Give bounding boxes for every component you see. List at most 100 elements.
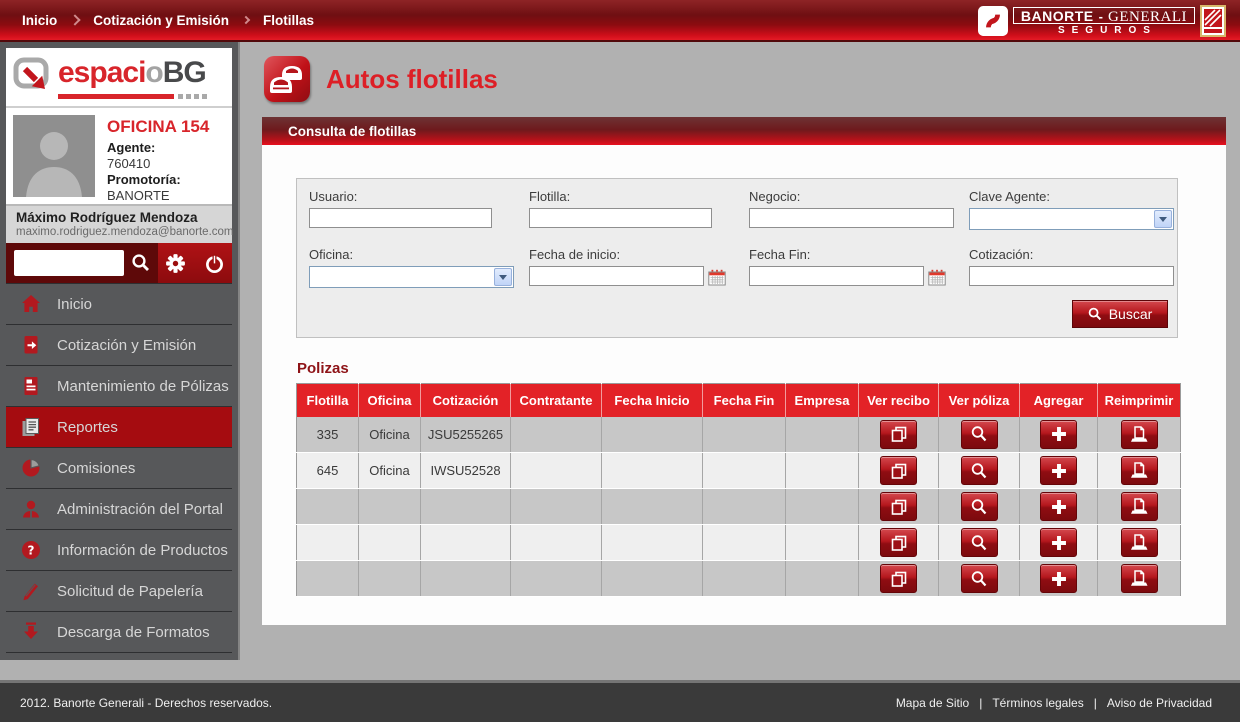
- sidebar-item-cotizacion-y-emision[interactable]: Cotización y Emisión: [6, 325, 232, 366]
- reimprimir-button[interactable]: [1121, 456, 1158, 485]
- agregar-button[interactable]: [1040, 564, 1077, 593]
- ver-poliza-button[interactable]: [961, 456, 998, 485]
- ver-recibo-button[interactable]: [880, 492, 917, 521]
- ver-recibo-button[interactable]: [880, 420, 917, 449]
- calendar-icon[interactable]: [928, 269, 946, 286]
- buscar-button[interactable]: Buscar: [1072, 300, 1168, 328]
- field-usuario: Usuario:: [309, 189, 529, 230]
- page: Inicio Cotización y Emisión Flotillas BA…: [0, 0, 1240, 722]
- policy-document-icon: [18, 374, 44, 398]
- buscar-label: Buscar: [1109, 306, 1153, 322]
- chevron-down-icon[interactable]: [1154, 210, 1172, 228]
- avatar: [13, 115, 95, 197]
- logo-espaci: espaci: [58, 56, 145, 89]
- plus-icon: [1050, 425, 1068, 443]
- sidebar-item-administracion-del-portal[interactable]: Administración del Portal: [6, 489, 232, 530]
- sidebar-item-reportes[interactable]: Reportes: [6, 407, 232, 448]
- ver-poliza-button[interactable]: [961, 528, 998, 557]
- agregar-button[interactable]: [1040, 528, 1077, 557]
- agregar-button[interactable]: [1040, 420, 1077, 449]
- plus-icon: [1050, 570, 1068, 588]
- cell-empresa: [786, 453, 859, 489]
- agregar-button[interactable]: [1040, 492, 1077, 521]
- breadcrumb-cotizacion-emision[interactable]: Cotización y Emisión: [93, 13, 229, 28]
- oficina-select[interactable]: [309, 266, 514, 288]
- breadcrumb-flotillas[interactable]: Flotillas: [263, 13, 314, 28]
- ver-recibo-button[interactable]: [880, 564, 917, 593]
- usuario-input[interactable]: [309, 208, 492, 228]
- reimprimir-button[interactable]: [1121, 492, 1158, 521]
- footer-link-terminos-legales[interactable]: Términos legales: [992, 696, 1083, 710]
- footer-links: Mapa de Sitio | Términos legales | Aviso…: [896, 696, 1212, 710]
- cotizacion-input[interactable]: [969, 266, 1174, 286]
- logo-dots: [178, 94, 207, 99]
- ver-recibo-button[interactable]: [880, 528, 917, 557]
- col-contratante: Contratante: [511, 384, 602, 417]
- ver-poliza-button[interactable]: [961, 564, 998, 593]
- ver-poliza-button[interactable]: [961, 420, 998, 449]
- cell-fecha-inicio: [602, 417, 703, 453]
- reimprimir-button[interactable]: [1121, 564, 1158, 593]
- col-ver-recibo: Ver recibo: [859, 384, 939, 417]
- cell-cotizacion: JSU5255265: [421, 417, 511, 453]
- sidebar-item-solicitud-de-papeleria[interactable]: Solicitud de Papelería: [6, 571, 232, 612]
- field-clave-agente: Clave Agente:: [969, 189, 1174, 230]
- agregar-button[interactable]: [1040, 456, 1077, 485]
- brand-insurer: GENERALI: [1108, 9, 1187, 26]
- chevron-down-icon[interactable]: [494, 268, 512, 286]
- chevron-right-icon: [70, 14, 81, 25]
- sidebar-item-label: Inicio: [57, 296, 92, 313]
- table-row: [297, 525, 1181, 561]
- ver-recibo-button[interactable]: [880, 456, 917, 485]
- sidebar-item-informacion-de-productos[interactable]: ? Información de Productos: [6, 530, 232, 571]
- ver-poliza-button[interactable]: [961, 492, 998, 521]
- magnifier-icon: [970, 425, 988, 443]
- breadcrumb-inicio[interactable]: Inicio: [22, 13, 57, 28]
- page-header: Autos flotillas: [264, 56, 498, 102]
- search-input[interactable]: [14, 250, 124, 276]
- table-title: Polizas: [297, 360, 1186, 377]
- cell-fecha-inicio: [602, 525, 703, 561]
- user-email: maximo.rodriguez.mendoza@banorte.com: [16, 226, 222, 238]
- sidebar-item-comisiones[interactable]: Comisiones: [6, 448, 232, 489]
- plus-icon: [1050, 498, 1068, 516]
- magnifier-icon: [970, 570, 988, 588]
- logo-text: espacioBG: [58, 56, 206, 90]
- logout-button[interactable]: [203, 252, 226, 275]
- reports-icon: [18, 415, 44, 439]
- fleet-cars-icon: [264, 56, 310, 102]
- col-fecha-fin: Fecha Fin: [703, 384, 786, 417]
- calendar-icon[interactable]: [708, 269, 726, 286]
- fecha-inicio-input[interactable]: [529, 266, 704, 286]
- cursor-icon: [12, 54, 56, 100]
- settings-button[interactable]: [164, 252, 187, 275]
- cell-fecha-inicio: [602, 561, 703, 597]
- flotilla-input[interactable]: [529, 208, 712, 228]
- field-negocio: Negocio:: [749, 189, 969, 230]
- footer-link-aviso-de-privacidad[interactable]: Aviso de Privacidad: [1107, 696, 1212, 710]
- cell-fecha-inicio: [602, 453, 703, 489]
- copyright-text: 2012. Banorte Generali - Derechos reserv…: [20, 696, 272, 710]
- cell-flotilla: 645: [297, 453, 359, 489]
- cell-contratante: [511, 489, 602, 525]
- field-cotizacion: Cotización:: [969, 247, 1174, 288]
- sidebar-item-label: Mantenimiento de Pólizas: [57, 378, 229, 395]
- col-oficina: Oficina: [359, 384, 421, 417]
- sidebar-item-mantenimiento-de-polizas[interactable]: Mantenimiento de Pólizas: [6, 366, 232, 407]
- col-reimprimir: Reimprimir: [1098, 384, 1181, 417]
- sidebar-item-inicio[interactable]: Inicio: [6, 284, 232, 325]
- pages-icon: [889, 498, 909, 516]
- printer-icon: [1129, 461, 1149, 480]
- cell-cotizacion: IWSU52528: [421, 453, 511, 489]
- reimprimir-button[interactable]: [1121, 528, 1158, 557]
- table-row: [297, 561, 1181, 597]
- fecha-fin-input[interactable]: [749, 266, 924, 286]
- search-button[interactable]: [124, 243, 158, 283]
- reimprimir-button[interactable]: [1121, 420, 1158, 449]
- cell-empresa: [786, 489, 859, 525]
- table-row: 335 Oficina JSU5255265: [297, 417, 1181, 453]
- clave-agente-select[interactable]: [969, 208, 1174, 230]
- negocio-input[interactable]: [749, 208, 954, 228]
- sidebar-item-descarga-de-formatos[interactable]: Descarga de Formatos: [6, 612, 232, 653]
- footer-link-mapa-de-sitio[interactable]: Mapa de Sitio: [896, 696, 969, 710]
